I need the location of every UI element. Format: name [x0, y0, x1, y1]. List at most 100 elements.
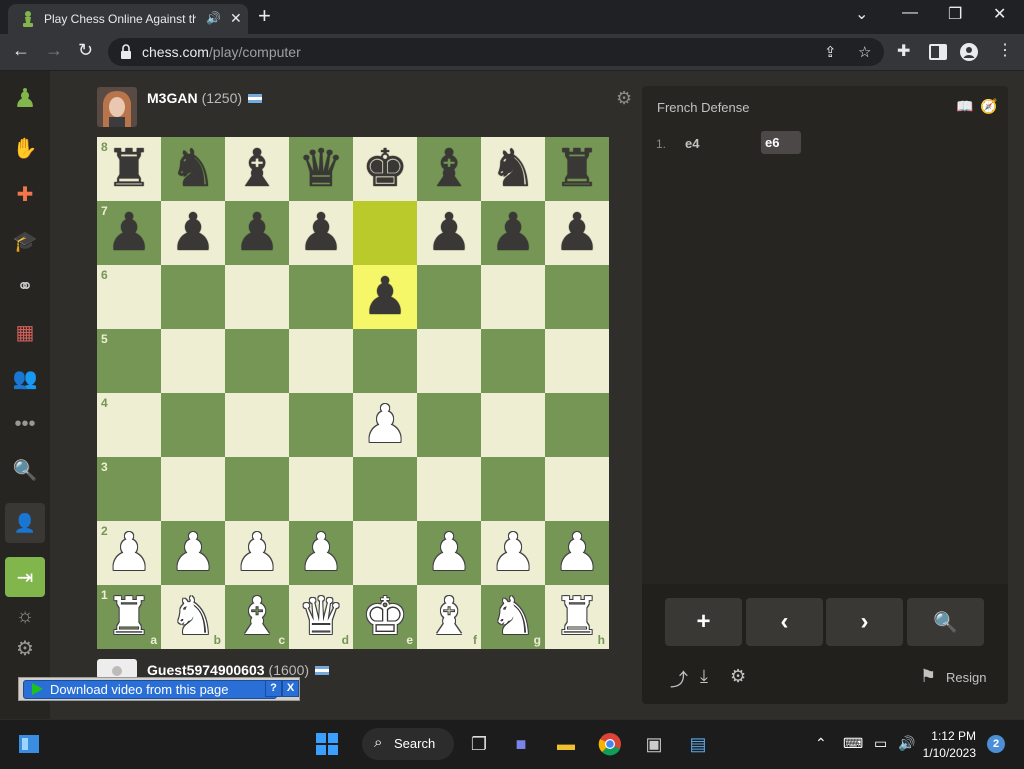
- settings-gear-icon[interactable]: ⚙: [730, 666, 746, 687]
- white-king-icon[interactable]: ♚: [353, 585, 417, 649]
- app-box-icon[interactable]: ▣: [641, 732, 667, 756]
- search-icon[interactable]: 🔍: [10, 455, 40, 485]
- square-a2[interactable]: 2 ♟: [97, 521, 161, 585]
- task-view-icon[interactable]: ❐: [466, 732, 492, 756]
- square-g2[interactable]: ♟: [481, 521, 545, 585]
- address-bar[interactable]: chess.com/play/computer ⇪ ☆: [108, 38, 884, 66]
- black-pawn-icon[interactable]: ♟: [225, 201, 289, 265]
- black-rook-icon[interactable]: ♜: [97, 137, 161, 201]
- opening-name[interactable]: French Defense: [657, 100, 750, 115]
- chess-logo-icon[interactable]: ♟: [10, 83, 40, 113]
- notification-badge[interactable]: 2: [987, 735, 1005, 753]
- square-b7[interactable]: ♟: [161, 201, 225, 265]
- kebab-menu-icon[interactable]: ⋮: [997, 40, 1015, 59]
- board-settings-gear-icon[interactable]: ⚙: [616, 88, 634, 108]
- black-pawn-icon[interactable]: ♟: [353, 265, 417, 329]
- square-h7[interactable]: ♟: [545, 201, 609, 265]
- square-f2[interactable]: ♟: [417, 521, 481, 585]
- next-move-button[interactable]: ›: [826, 598, 903, 646]
- square-f4[interactable]: [417, 393, 481, 457]
- share-icon[interactable]: ⇪: [824, 43, 837, 61]
- square-b2[interactable]: ♟: [161, 521, 225, 585]
- black-bishop-icon[interactable]: ♝: [225, 137, 289, 201]
- back-icon[interactable]: ←: [12, 40, 30, 61]
- square-a5[interactable]: 5: [97, 329, 161, 393]
- square-a1[interactable]: 1 a ♜: [97, 585, 161, 649]
- forward-icon[interactable]: →: [45, 40, 63, 61]
- resign-flag-icon[interactable]: ⚑: [920, 666, 936, 687]
- file-explorer-icon[interactable]: ▬: [553, 732, 579, 756]
- white-pawn-icon[interactable]: ♟: [225, 521, 289, 585]
- help-button[interactable]: ?: [265, 680, 282, 697]
- black-pawn-icon[interactable]: ♟: [289, 201, 353, 265]
- taskbar-search[interactable]: ⌕ Search: [362, 728, 454, 760]
- square-g8[interactable]: ♞: [481, 137, 545, 201]
- square-g4[interactable]: [481, 393, 545, 457]
- square-d4[interactable]: [289, 393, 353, 457]
- watch-icon[interactable]: ⚭: [10, 271, 40, 301]
- restore-icon[interactable]: ❐: [948, 4, 962, 24]
- white-pawn-icon[interactable]: ♟: [545, 521, 609, 585]
- white-bishop-icon[interactable]: ♝: [225, 585, 289, 649]
- square-c6[interactable]: [225, 265, 289, 329]
- book-icon[interactable]: 📖: [956, 98, 973, 114]
- extensions-icon[interactable]: ✚: [897, 41, 915, 60]
- bookmark-star-icon[interactable]: ☆: [858, 43, 871, 61]
- white-pawn-icon[interactable]: ♟: [289, 521, 353, 585]
- hint-zoom-button[interactable]: 🔍: [907, 598, 984, 646]
- square-f7[interactable]: ♟: [417, 201, 481, 265]
- chess-board[interactable]: 8 ♜ ♞ ♝ ♛ ♚ ♝ ♞ ♜ 7 ♟ ♟ ♟ ♟ ♟ ♟ ♟ 6 ♟ 5 4 ♟ 3 2 ♟ ♟ ♟ ♟ ♟ ♟ ♟ 1 a ♜ b ♞ c ♝ d ♛…: [97, 137, 609, 649]
- square-b6[interactable]: [161, 265, 225, 329]
- white-knight-icon[interactable]: ♞: [481, 585, 545, 649]
- opponent-name[interactable]: M3GAN: [147, 90, 198, 106]
- social-icon[interactable]: 👥: [10, 363, 40, 393]
- download-video-button[interactable]: Download video from this page: [23, 680, 277, 699]
- square-b5[interactable]: [161, 329, 225, 393]
- square-c8[interactable]: ♝: [225, 137, 289, 201]
- more-icon[interactable]: •••: [10, 409, 40, 439]
- sign-up-button[interactable]: 👤: [5, 503, 45, 543]
- square-e7[interactable]: [353, 201, 417, 265]
- square-g7[interactable]: ♟: [481, 201, 545, 265]
- window-close-icon[interactable]: ✕: [993, 4, 1006, 24]
- square-h3[interactable]: [545, 457, 609, 521]
- square-c4[interactable]: [225, 393, 289, 457]
- side-panel-icon[interactable]: [929, 43, 947, 61]
- square-e2[interactable]: [353, 521, 417, 585]
- square-c7[interactable]: ♟: [225, 201, 289, 265]
- square-d5[interactable]: [289, 329, 353, 393]
- chrome-icon[interactable]: [597, 732, 623, 756]
- new-game-plus-button[interactable]: +: [665, 598, 742, 646]
- settings-icon[interactable]: ⚙: [10, 633, 40, 663]
- widgets-icon[interactable]: [16, 732, 42, 756]
- square-f8[interactable]: ♝: [417, 137, 481, 201]
- profile-icon[interactable]: [960, 43, 978, 61]
- white-pawn-icon[interactable]: ♟: [97, 521, 161, 585]
- log-in-button[interactable]: ⇥: [5, 557, 45, 597]
- download-icon[interactable]: ⤓: [700, 666, 708, 687]
- square-b4[interactable]: [161, 393, 225, 457]
- tray-chevron-icon[interactable]: ⌃: [815, 735, 827, 752]
- white-bishop-icon[interactable]: ♝: [417, 585, 481, 649]
- browser-tab[interactable]: Play Chess Online Against th 🔊 ✕: [8, 4, 248, 34]
- black-knight-icon[interactable]: ♞: [481, 137, 545, 201]
- white-pawn-icon[interactable]: ♟: [481, 521, 545, 585]
- player-name[interactable]: Guest5974900603: [147, 662, 265, 678]
- square-f1[interactable]: f ♝: [417, 585, 481, 649]
- square-f6[interactable]: [417, 265, 481, 329]
- learn-icon[interactable]: 🎓: [10, 226, 40, 256]
- black-rook-icon[interactable]: ♜: [545, 137, 609, 201]
- player-avatar[interactable]: [97, 659, 137, 679]
- square-f3[interactable]: [417, 457, 481, 521]
- taskbar-clock[interactable]: 1:12 PM 1/10/2023: [916, 728, 976, 762]
- volume-icon[interactable]: 🔊: [898, 735, 915, 752]
- black-pawn-icon[interactable]: ♟: [97, 201, 161, 265]
- tab-close-icon[interactable]: ✕: [230, 10, 242, 27]
- square-h6[interactable]: [545, 265, 609, 329]
- resign-button[interactable]: Resign: [946, 670, 986, 685]
- square-d1[interactable]: d ♛: [289, 585, 353, 649]
- square-d2[interactable]: ♟: [289, 521, 353, 585]
- network-icon[interactable]: ▭: [874, 735, 887, 752]
- speaker-icon[interactable]: 🔊: [206, 11, 221, 25]
- square-d8[interactable]: ♛: [289, 137, 353, 201]
